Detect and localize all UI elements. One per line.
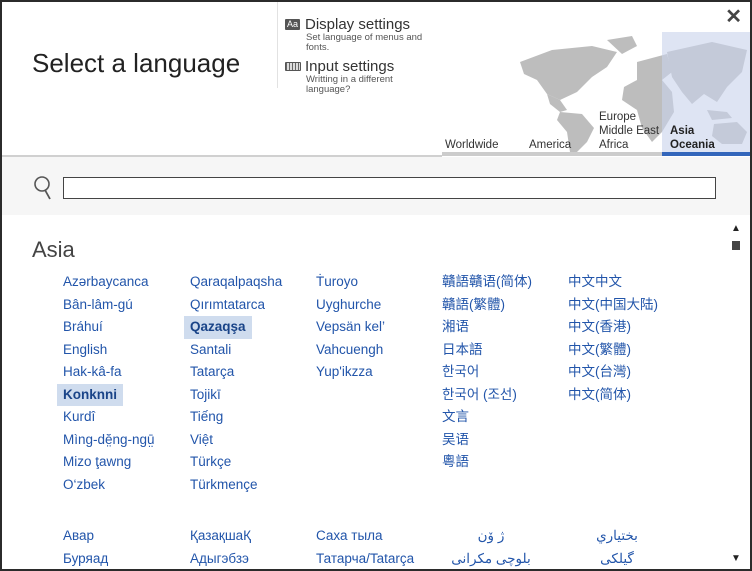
language-item[interactable]: 中文(台灣) [566, 361, 660, 384]
language-item[interactable]: Tatarça [188, 361, 284, 384]
dialog-header: Select a language Aa Display settings Se… [2, 2, 750, 156]
display-settings-link[interactable]: Aa Display settings Set language of menu… [284, 16, 436, 53]
language-item[interactable]: بلوچی مکرانی [440, 548, 542, 570]
language-column-4: 贛語贛语(简体) 贛語(繁體) 湘语 日本語 한국어 한국어 (조선) 文言 吴… [442, 271, 534, 474]
search-input[interactable] [63, 177, 716, 199]
language-item[interactable]: ҚазақшаҚ [188, 525, 253, 548]
language-column-2: Qaraqalpaqsha Qırımtatarca Qazaqşa Santa… [184, 271, 284, 497]
world-map: Worldwide America Europe Middle East Afr… [442, 32, 750, 156]
keyboard-icon [284, 60, 301, 73]
scroll-down-arrow-icon[interactable]: ▼ [731, 553, 741, 564]
language-item[interactable]: 贛語贛语(简体) [440, 271, 534, 294]
search-icon [34, 176, 51, 200]
section-title-asia: Asia [32, 237, 75, 262]
language-item[interactable]: Uyghurche [314, 294, 387, 317]
input-settings-description: Writting in a different language? [306, 74, 393, 95]
language-column-2-next: ҚазақшаҚ Адыгэбзэ [190, 525, 253, 569]
language-item[interactable]: Việt [188, 429, 284, 452]
input-settings-link[interactable]: Input settings Writting in a different l… [284, 58, 436, 95]
language-item[interactable]: 中文(简体) [566, 384, 660, 407]
tab-emea-line-3: Africa [599, 139, 629, 151]
language-item[interactable]: 한국어 [440, 361, 534, 384]
language-item[interactable]: Kurdî [61, 406, 157, 429]
active-tab-indicator [662, 152, 750, 156]
display-aa-icon: Aa [284, 19, 300, 30]
language-item[interactable]: Mìng-dĕ̤ng-ngṳ̄ [61, 429, 157, 452]
language-item[interactable]: 文言 [440, 406, 534, 429]
language-item[interactable]: O‘zbek [61, 474, 157, 497]
language-item[interactable]: Буряад [61, 548, 110, 570]
language-dialog: Select a language Aa Display settings Se… [2, 2, 750, 569]
tab-europe-middle-east-africa[interactable]: Europe Middle East Africa [599, 110, 659, 152]
language-column-3: Ṫuroyo Uyghurche Vepsän kel’ Vahcuengh Y… [316, 271, 387, 384]
language-item[interactable]: 中文(中国大陆) [566, 294, 660, 317]
language-item[interactable]: Hak-kâ-fa [61, 361, 157, 384]
language-item[interactable]: Yup'ikzza [314, 361, 387, 384]
language-column-5-next: بختياري گیلکی [568, 525, 668, 569]
tab-emea-line-1: Europe [599, 111, 637, 123]
language-item[interactable]: Tojikī [188, 384, 284, 407]
language-item[interactable]: 中文(繁體) [566, 339, 660, 362]
language-item[interactable]: Tiếng [188, 406, 284, 429]
tab-america[interactable]: America [529, 138, 571, 152]
search-bar [2, 157, 750, 215]
north-america-shape [520, 46, 617, 100]
language-item-selected[interactable]: Konknni [57, 383, 123, 406]
language-item[interactable]: Türkmençe [188, 474, 284, 497]
language-item[interactable]: Vahcuengh [314, 339, 387, 362]
language-column-1-next: Авар Буряад [63, 525, 110, 569]
region-tab-underline [442, 152, 750, 156]
language-item[interactable]: Bân-lâm-gú [61, 294, 157, 317]
input-settings-title[interactable]: Input settings [305, 58, 394, 75]
language-item[interactable]: Адыгэбзэ [188, 548, 253, 570]
language-column-4-next: ژ ۆن بلوچی مکرانی [442, 525, 542, 569]
close-icon[interactable]: ✕ [725, 6, 742, 28]
tab-asia-line-1: Asia [670, 125, 695, 137]
language-item[interactable]: 贛語(繁體) [440, 294, 534, 317]
language-item-selected[interactable]: Qazaqşa [184, 316, 252, 339]
language-column-1: Azərbaycanca Bân-lâm-gú Bráhuí English H… [57, 271, 157, 497]
language-item[interactable]: Santali [188, 339, 284, 362]
language-item[interactable]: 中文(香港) [566, 316, 660, 339]
header-divider [277, 2, 278, 88]
tab-asia-line-2: Oceania [670, 139, 715, 151]
language-item[interactable]: Саха тыла [314, 525, 416, 548]
language-item[interactable]: 吴语 [440, 429, 534, 452]
language-item[interactable]: Татарча/Tatarça [314, 548, 416, 570]
language-item[interactable]: Ṫuroyo [314, 271, 387, 294]
language-item[interactable]: Azərbaycanca [61, 271, 157, 294]
language-item[interactable]: 日本語 [440, 339, 534, 362]
dialog-title: Select a language [32, 48, 241, 78]
language-item[interactable]: ژ ۆن [440, 525, 542, 548]
language-item[interactable]: Bráhuí [61, 316, 157, 339]
language-item[interactable]: 粵語 [440, 451, 534, 474]
language-item[interactable]: 한국어 (조선) [440, 384, 534, 407]
language-item[interactable]: گیلکی [566, 548, 668, 570]
language-item[interactable]: English [61, 339, 157, 362]
display-settings-description: Set language of menus and fonts. [306, 32, 423, 53]
tab-worldwide[interactable]: Worldwide [445, 138, 498, 152]
language-item[interactable]: Türkçe [188, 451, 284, 474]
language-item[interactable]: Vepsän kel’ [314, 316, 387, 339]
language-column-3-next: Саха тыла Татарча/Tatarça [316, 525, 416, 569]
language-item[interactable]: Qırımtatarca [188, 294, 284, 317]
language-list-area: Asia Azərbaycanca Bân-lâm-gú Bráhuí Engl… [2, 215, 750, 569]
language-item[interactable]: Qaraqalpaqsha [188, 271, 284, 294]
tab-emea-line-2: Middle East [599, 125, 660, 137]
language-column-5: 中文中文 中文(中国大陆) 中文(香港) 中文(繁體) 中文(台灣) 中文(简体… [568, 271, 660, 406]
language-item[interactable]: بختياري [566, 525, 668, 548]
language-item[interactable]: Авар [61, 525, 110, 548]
tab-asia-oceania[interactable]: Asia Oceania [670, 124, 715, 152]
display-settings-title[interactable]: Display settings [305, 16, 410, 33]
scroll-up-arrow-icon[interactable]: ▲ [731, 223, 741, 234]
language-item[interactable]: Mizo ţawng [61, 451, 157, 474]
language-item[interactable]: 中文中文 [566, 271, 660, 294]
language-item[interactable]: 湘语 [440, 316, 534, 339]
scrollbar-thumb[interactable] [732, 241, 740, 250]
